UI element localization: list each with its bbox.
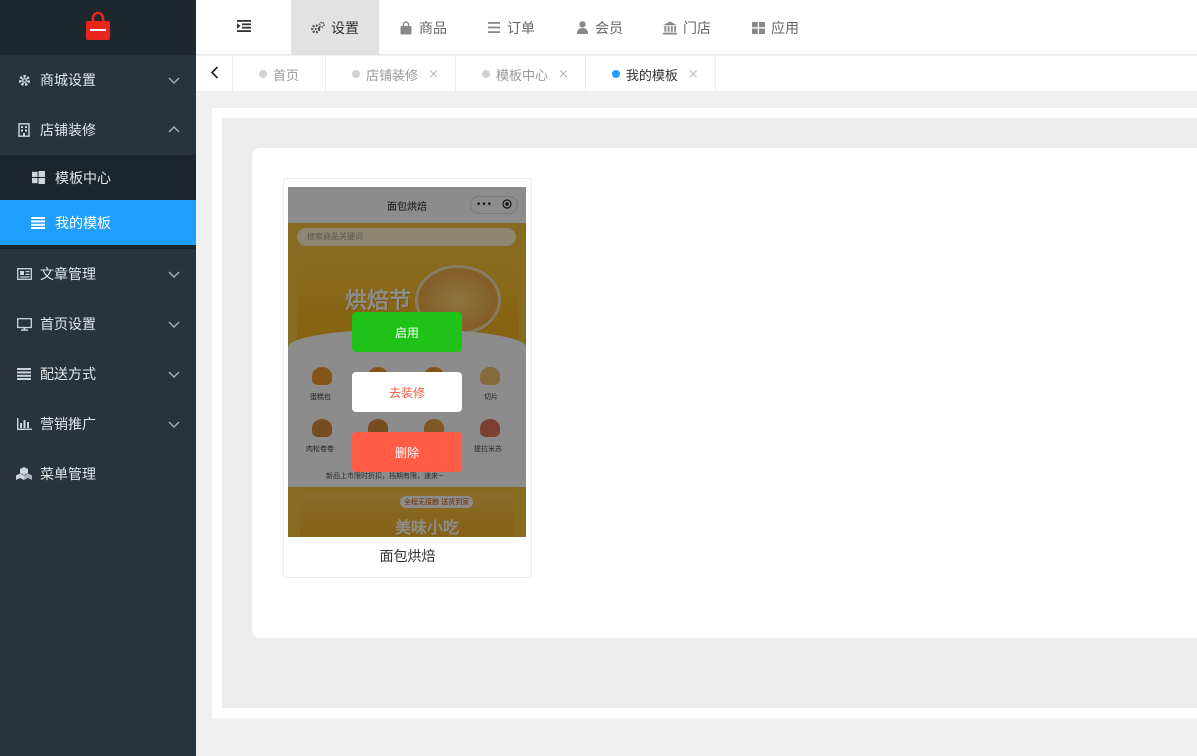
- list-icon: [487, 21, 501, 35]
- tab-my-templates[interactable]: 我的模板 ×: [586, 56, 716, 92]
- institution-icon: [663, 20, 677, 35]
- tab-shop-decoration[interactable]: 店铺装修 ×: [326, 56, 456, 92]
- building-icon: [16, 122, 32, 138]
- topnav-members[interactable]: 会员: [555, 0, 643, 55]
- topnav-products[interactable]: 商品: [379, 0, 467, 55]
- chevron-down-icon: [168, 368, 180, 380]
- sidebar-item-label: 文章管理: [40, 267, 96, 283]
- tab-template-center[interactable]: 模板中心 ×: [456, 56, 586, 92]
- close-icon[interactable]: ×: [428, 67, 439, 82]
- tab-home[interactable]: 首页: [233, 56, 327, 92]
- topnav-label: 订单: [507, 20, 535, 37]
- shopping-bag-icon: [82, 10, 114, 46]
- newspaper-icon: [16, 266, 32, 282]
- topnav-settings[interactable]: 设置: [291, 0, 379, 55]
- sidebar-item-label: 营销推广: [40, 417, 96, 433]
- sidebar-item-my-templates[interactable]: 我的模板: [0, 200, 196, 245]
- sidebar-toggle-button[interactable]: [196, 0, 291, 55]
- tab-label: 我的模板: [625, 68, 678, 84]
- sidebar-item-delivery[interactable]: 配送方式: [0, 349, 196, 399]
- list-icon: [30, 215, 46, 231]
- delete-button[interactable]: 删除: [352, 432, 462, 472]
- topnav-stores[interactable]: 门店: [643, 0, 731, 55]
- preview-overlay: [288, 187, 526, 537]
- tab-dot: [611, 70, 620, 78]
- sidebar-item-label: 我的模板: [55, 215, 111, 232]
- top-navigation: 设置 商品 订单 会员 门店 应用: [196, 0, 1197, 55]
- tab-label: 店铺装修: [366, 68, 419, 84]
- sidebar-item-label: 模板中心: [55, 170, 111, 187]
- gears-icon: [311, 21, 325, 35]
- topnav-apps[interactable]: 应用: [731, 0, 819, 55]
- sidebar-item-label: 配送方式: [40, 367, 96, 383]
- chevron-down-icon: [168, 318, 180, 330]
- windows-icon: [30, 170, 46, 186]
- grid-icon: [751, 21, 765, 35]
- gear-icon: [16, 72, 32, 88]
- chevron-down-icon: [168, 268, 180, 280]
- chevron-left-icon: [210, 65, 219, 83]
- shopping-bag-icon: [399, 20, 413, 35]
- bar-chart-icon: [16, 416, 32, 432]
- list-icon: [16, 366, 32, 382]
- tab-dot: [481, 70, 490, 78]
- monitor-icon: [16, 316, 32, 332]
- sidebar-item-articles[interactable]: 文章管理: [0, 249, 196, 299]
- tab-bar: 首页 店铺装修 × 模板中心 × 我的模板 ×: [196, 56, 1197, 92]
- tab-label: 模板中心: [495, 68, 548, 84]
- indent-icon: [236, 19, 251, 36]
- topnav-label: 应用: [771, 20, 799, 37]
- topnav-label: 设置: [331, 20, 359, 37]
- cubes-icon: [16, 466, 32, 482]
- sidebar-item-template-center[interactable]: 模板中心: [0, 155, 196, 200]
- template-name: 面包烘焙: [379, 549, 436, 565]
- topnav-label: 门店: [683, 20, 711, 37]
- topnav-orders[interactable]: 订单: [467, 0, 555, 55]
- sidebar-item-homepage-settings[interactable]: 首页设置: [0, 299, 196, 349]
- sidebar-item-mall-settings[interactable]: 商城设置: [0, 55, 196, 105]
- close-icon[interactable]: ×: [688, 67, 699, 82]
- tab-scroll-left-button[interactable]: [196, 56, 233, 92]
- topnav-label: 商品: [419, 20, 447, 37]
- sidebar-item-label: 首页设置: [40, 317, 96, 333]
- sidebar-item-label: 商城设置: [40, 73, 96, 89]
- tab-dot: [259, 70, 267, 78]
- user-icon: [575, 21, 589, 35]
- close-icon[interactable]: ×: [558, 67, 569, 82]
- sidebar-item-label: 菜单管理: [40, 467, 96, 483]
- sidebar-item-shop-decoration[interactable]: 店铺装修: [0, 105, 196, 155]
- submenu-shop-decoration: 模板中心 我的模板: [0, 155, 196, 249]
- sidebar-item-menu-management[interactable]: 菜单管理: [0, 449, 196, 499]
- sidebar-item-marketing[interactable]: 营销推广: [0, 399, 196, 449]
- tab-label: 首页: [273, 68, 300, 84]
- chevron-up-icon: [168, 124, 180, 136]
- chevron-down-icon: [168, 74, 180, 86]
- logo[interactable]: [0, 0, 196, 55]
- sidebar-item-label: 店铺装修: [40, 123, 96, 139]
- decorate-button[interactable]: 去装修: [352, 372, 462, 412]
- sidebar: 商城设置 店铺装修 模板中心 我的模板 文章管理 首页设置 配送方式 营销推广 …: [0, 0, 196, 756]
- enable-button[interactable]: 启用: [352, 312, 462, 352]
- tab-dot: [352, 70, 361, 78]
- topnav-label: 会员: [595, 20, 623, 37]
- chevron-down-icon: [168, 418, 180, 430]
- template-preview: 面包烘焙 ••• 搜索商品关键词 烘焙节 蛋糕包 切片 肉松卷卷 提拉米苏 新品…: [288, 187, 526, 537]
